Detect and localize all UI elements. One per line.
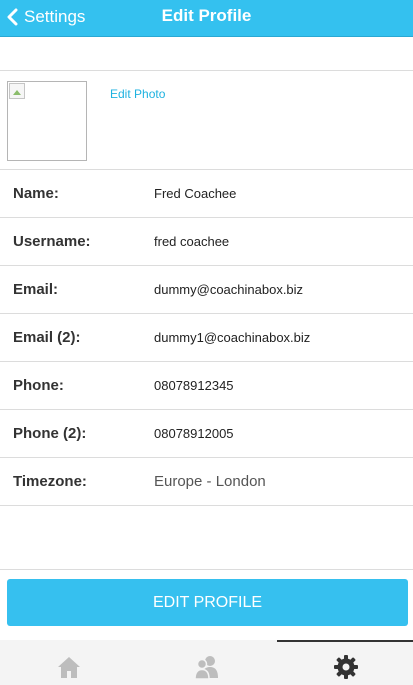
tab-settings[interactable] xyxy=(277,640,413,685)
field-value: 08078912345 xyxy=(154,378,234,393)
field-value: dummy@coachinabox.biz xyxy=(154,282,304,297)
tab-bar xyxy=(0,640,413,685)
field-email[interactable]: Email: dummy@coachinabox.biz xyxy=(0,266,413,314)
field-label: Phone (2): xyxy=(13,425,87,442)
field-phone[interactable]: Phone: 08078912345 xyxy=(0,362,413,410)
tab-people[interactable] xyxy=(138,640,275,685)
field-username[interactable]: Username: fred coachee xyxy=(0,218,413,266)
field-value: fred coachee xyxy=(154,234,230,249)
field-value: 08078912005 xyxy=(154,426,234,441)
profile-photo[interactable] xyxy=(7,81,87,161)
spacer-row xyxy=(0,37,413,71)
field-label: Email: xyxy=(13,281,59,298)
field-label: Name: xyxy=(13,185,59,202)
field-value: dummy1@coachinabox.biz xyxy=(154,330,311,345)
people-icon xyxy=(193,656,218,680)
page-title: Edit Profile xyxy=(161,6,252,25)
edit-profile-button[interactable]: EDIT PROFILE xyxy=(7,579,408,626)
field-phone-2[interactable]: Phone (2): 08078912005 xyxy=(0,410,413,458)
nav-bar: Settings Edit Profile xyxy=(0,0,413,37)
broken-image-icon xyxy=(9,83,25,99)
field-email-2[interactable]: Email (2): dummy1@coachinabox.biz xyxy=(0,314,413,362)
profile-photo-row: Edit Photo xyxy=(0,71,413,170)
timezone-select[interactable]: Europe - London xyxy=(154,473,266,490)
field-label: Timezone: xyxy=(13,473,87,490)
field-timezone[interactable]: Timezone: Europe - London xyxy=(0,458,413,506)
field-name[interactable]: Name: Fred Coachee xyxy=(0,170,413,218)
edit-photo-link[interactable]: Edit Photo xyxy=(110,87,165,101)
field-label: Username: xyxy=(13,233,91,250)
home-icon xyxy=(57,657,80,678)
gear-icon xyxy=(333,655,358,679)
tab-home[interactable] xyxy=(0,640,137,685)
profile-fields: Name: Fred Coachee Username: fred coache… xyxy=(0,170,413,506)
field-value: Fred Coachee xyxy=(154,186,237,201)
field-label: Phone: xyxy=(13,377,64,394)
empty-area xyxy=(0,506,413,570)
field-label: Email (2): xyxy=(13,329,81,346)
